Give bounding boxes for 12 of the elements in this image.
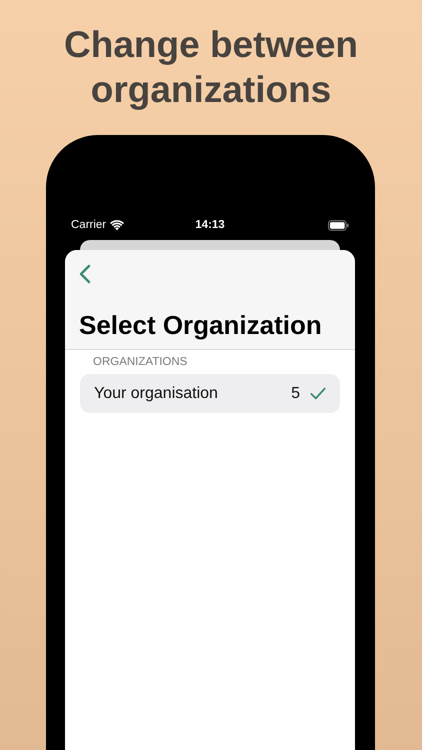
headline: Change between organizations	[63, 23, 359, 112]
back-button[interactable]	[79, 264, 93, 286]
battery-icon	[328, 220, 349, 230]
wifi-icon	[110, 220, 124, 230]
carrier-label: Carrier	[71, 219, 106, 231]
organization-row[interactable]: Your organisation 5	[80, 374, 340, 413]
member-count: 5	[291, 384, 300, 402]
clock-time: 14:13	[195, 219, 225, 231]
page-title: Select Organization	[79, 310, 323, 341]
back-chevron-icon	[79, 264, 91, 284]
organization-name: Your organisation	[94, 384, 219, 402]
section-header: ORGANIZATIONS	[92, 355, 188, 370]
